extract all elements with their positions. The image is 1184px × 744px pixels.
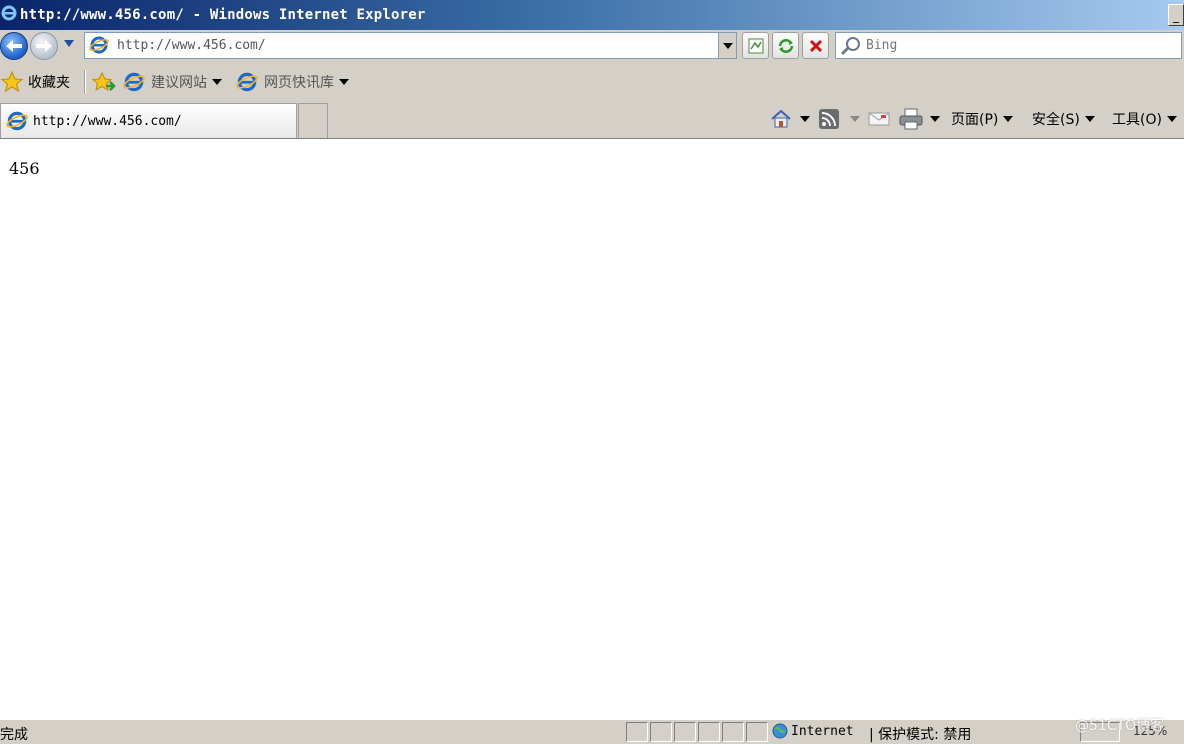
suggested-sites-button[interactable]: 建议网站: [122, 64, 222, 100]
forward-button[interactable]: [30, 32, 58, 60]
back-arrow-icon: [6, 40, 22, 52]
tools-menu-label: 工具(O): [1112, 112, 1162, 128]
chevron-down-icon: [1084, 116, 1095, 122]
print-button[interactable]: [898, 100, 940, 138]
tab-current[interactable]: http://www.456.com/: [0, 103, 297, 138]
status-panel: [626, 722, 648, 742]
status-panel: [674, 722, 696, 742]
stop-button[interactable]: [802, 32, 829, 59]
mail-icon: [868, 112, 890, 126]
chevron-down-icon: [1166, 116, 1177, 122]
feeds-button[interactable]: [818, 100, 860, 138]
status-text: 完成: [0, 727, 28, 743]
add-favorite-icon: [91, 71, 116, 92]
ie-icon: [236, 72, 258, 92]
safety-menu-button[interactable]: 安全(S): [1032, 100, 1095, 138]
web-slice-gallery-button[interactable]: 网页快讯库: [235, 64, 349, 100]
title-bar: http://www.456.com/ - Windows Internet E…: [0, 0, 1184, 30]
favorites-bar: 收藏夹 建议网站 网页快讯库: [0, 64, 1184, 100]
chevron-down-icon: [212, 79, 222, 85]
chevron-down-icon[interactable]: [850, 116, 860, 122]
status-panel: [650, 722, 672, 742]
compatibility-view-button[interactable]: [742, 32, 769, 59]
window-title: http://www.456.com/ - Windows Internet E…: [20, 7, 426, 23]
compatibility-icon: [748, 38, 763, 53]
ie-icon: [1, 5, 17, 25]
rss-feed-icon: [819, 109, 839, 129]
tab-label: http://www.456.com/: [33, 113, 182, 129]
star-icon: [0, 70, 24, 93]
add-to-favorites-bar-button[interactable]: [91, 64, 117, 100]
printer-icon: [899, 108, 923, 130]
protected-mode-label: 保护模式: 禁用: [878, 727, 972, 743]
status-panel: [746, 722, 768, 742]
refresh-button[interactable]: [772, 32, 799, 59]
chevron-down-icon: [339, 79, 349, 85]
status-panel: [698, 722, 720, 742]
refresh-icon: [778, 38, 793, 53]
tools-menu-button[interactable]: 工具(O): [1112, 100, 1177, 138]
favorites-separator: [84, 70, 86, 94]
page-menu-button[interactable]: 页面(P): [951, 100, 1014, 138]
suggested-sites-label: 建议网站: [151, 75, 207, 91]
favorites-button[interactable]: 收藏夹: [0, 64, 70, 100]
back-button[interactable]: [0, 32, 28, 60]
page-ie-icon: [88, 35, 110, 59]
search-input[interactable]: Bing: [866, 38, 897, 53]
web-slice-gallery-label: 网页快讯库: [264, 75, 334, 91]
chevron-down-icon[interactable]: [800, 116, 810, 122]
home-icon: [771, 109, 791, 128]
address-row: http://www.456.com/ Bing: [0, 30, 1184, 62]
chevron-down-icon: [1003, 116, 1014, 122]
read-mail-button[interactable]: [868, 100, 890, 138]
home-button[interactable]: [770, 100, 810, 138]
address-dropdown-button[interactable]: [718, 33, 736, 58]
security-zone[interactable]: Internet: [772, 723, 854, 739]
ie-icon: [6, 111, 28, 131]
minimize-button[interactable]: _: [1168, 4, 1184, 26]
ie-icon: [123, 72, 145, 92]
page-text: 456: [9, 159, 40, 178]
status-bar: 完成 Internet | 保护模式: 禁用 125%: [0, 719, 1184, 743]
new-tab-button[interactable]: [298, 103, 328, 138]
recent-pages-dropdown[interactable]: [64, 40, 74, 47]
zone-label: Internet: [791, 723, 854, 739]
page-content: 456: [0, 139, 1184, 719]
page-menu-label: 页面(P): [951, 112, 999, 128]
forward-arrow-icon: [36, 40, 52, 52]
search-box[interactable]: Bing: [835, 32, 1182, 59]
globe-icon: [772, 723, 788, 739]
stop-icon: [809, 39, 822, 52]
address-input[interactable]: http://www.456.com/: [117, 38, 266, 53]
chevron-down-icon[interactable]: [930, 116, 940, 122]
address-bar[interactable]: http://www.456.com/: [84, 32, 737, 59]
watermark: @51CTO博客: [1075, 718, 1165, 734]
safety-menu-label: 安全(S): [1032, 112, 1080, 128]
protected-mode-status: | 保护模式: 禁用: [869, 727, 972, 743]
tab-row: http://www.456.com/ 页面(P) 安全(S) 工具(O): [0, 100, 1184, 139]
status-panel: [722, 722, 744, 742]
favorites-label: 收藏夹: [28, 75, 70, 91]
search-icon[interactable]: [840, 36, 862, 60]
